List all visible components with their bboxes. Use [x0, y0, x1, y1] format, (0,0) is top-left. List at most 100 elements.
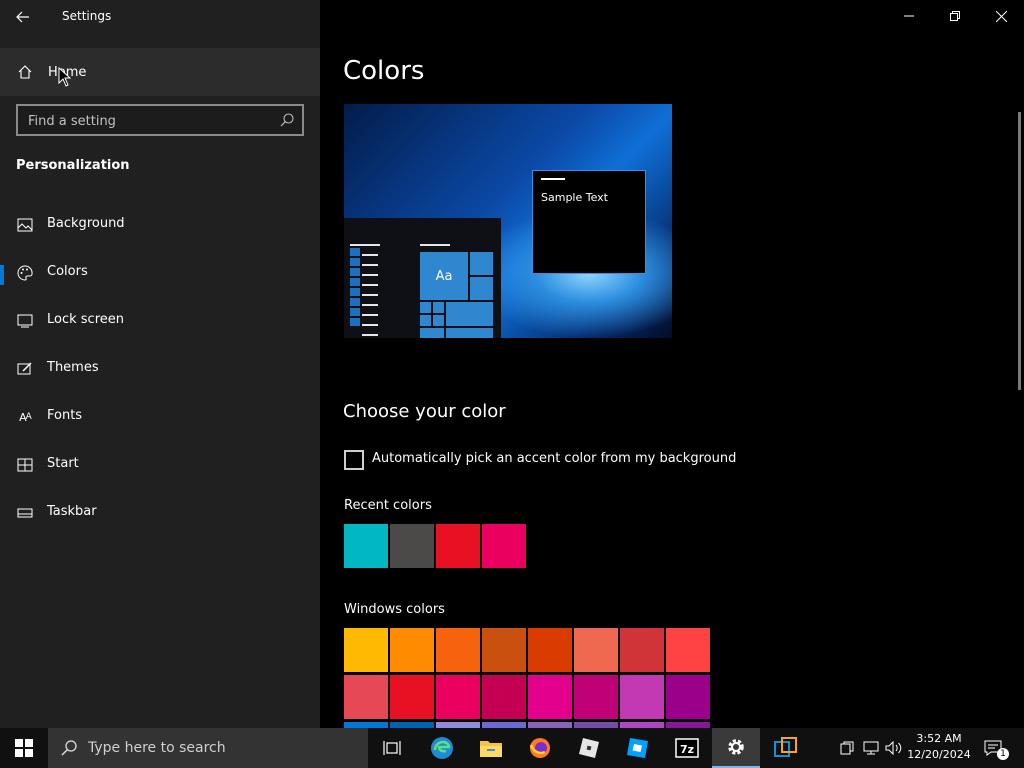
file-explorer-taskbar-app[interactable]	[467, 728, 515, 768]
sidebar-item-label: Background	[47, 216, 125, 231]
back-button[interactable]	[6, 1, 40, 33]
virtualbox-icon	[774, 737, 797, 757]
find-setting-input[interactable]	[28, 112, 268, 130]
windows-color-swatch[interactable]	[436, 675, 480, 719]
svg-text:7z: 7z	[680, 743, 694, 756]
firefox-icon	[529, 738, 550, 758]
windows-color-swatch[interactable]	[436, 628, 480, 672]
windows-colors-label: Windows colors	[344, 602, 445, 617]
minimize-button[interactable]	[886, 0, 932, 32]
sidebar-item-themes[interactable]: Themes	[0, 349, 320, 389]
auto-pick-accent-label: Automatically pick an accent color from …	[372, 451, 737, 466]
minimize-icon	[904, 15, 914, 17]
windows-color-swatch[interactable]	[666, 675, 710, 719]
close-button[interactable]	[978, 0, 1024, 32]
home-nav-item[interactable]: Home	[0, 48, 320, 96]
search-icon	[61, 740, 77, 756]
start-button[interactable]	[0, 728, 48, 768]
find-setting-search[interactable]	[16, 104, 304, 136]
taskbar-icon	[16, 504, 34, 522]
title-bar-left: Settings	[0, 0, 320, 34]
taskbar-search-input[interactable]	[88, 739, 358, 757]
scrollbar[interactable]	[1018, 112, 1021, 390]
mouse-cursor-icon	[58, 67, 71, 87]
7zip-icon: 7z	[675, 738, 699, 758]
windows-color-swatch[interactable]	[390, 675, 434, 719]
windows-color-swatch[interactable]	[482, 628, 526, 672]
lock-screen-icon	[16, 312, 34, 330]
preview-window: Sample Text	[532, 170, 646, 274]
recent-colors-label: Recent colors	[344, 498, 432, 513]
sidebar-item-background[interactable]: Background	[0, 205, 320, 245]
fonts-icon: AA	[19, 410, 32, 424]
windows-colors	[344, 628, 724, 728]
roblox-studio-taskbar-app[interactable]	[614, 728, 662, 768]
roblox-studio-icon	[627, 738, 648, 758]
windows-logo-icon	[15, 739, 33, 757]
windows-color-swatch[interactable]	[528, 628, 572, 672]
edge-icon	[431, 737, 453, 759]
section-title: Personalization	[16, 158, 130, 173]
windows-color-swatch[interactable]	[390, 628, 434, 672]
search-icon	[280, 113, 294, 127]
sidebar-item-label: Start	[47, 456, 79, 471]
close-icon	[995, 10, 1007, 22]
clock-time: 3:52 AM	[916, 732, 962, 745]
sidebar-item-start[interactable]: Start	[0, 445, 320, 485]
auto-pick-accent-checkbox[interactable]	[344, 450, 364, 470]
active-indicator	[0, 265, 4, 285]
sidebar-item-label: Lock screen	[47, 312, 124, 327]
virtualbox-taskbar-app[interactable]	[762, 728, 810, 768]
windows-color-swatch[interactable]	[344, 675, 388, 719]
notification-badge: 1	[997, 748, 1009, 760]
tray-tablet-button[interactable]	[838, 728, 856, 768]
palette-icon	[16, 264, 34, 282]
restore-button[interactable]	[932, 0, 978, 32]
preview-sample-text: Sample Text	[541, 191, 608, 204]
preview-tiles: Aa	[420, 252, 494, 338]
firefox-taskbar-app[interactable]	[516, 728, 564, 768]
sidebar-item-taskbar[interactable]: Taskbar	[0, 493, 320, 533]
sidebar-item-colors[interactable]: Colors	[0, 253, 320, 293]
file-explorer-icon	[480, 741, 502, 757]
sidebar-item-lock-screen[interactable]: Lock screen	[0, 301, 320, 341]
7zip-taskbar-app[interactable]: 7z	[663, 728, 711, 768]
edge-taskbar-app[interactable]	[418, 728, 466, 768]
task-view-button[interactable]	[368, 728, 416, 768]
roblox-icon	[579, 738, 599, 758]
windows-color-swatch[interactable]	[574, 628, 618, 672]
taskbar-search[interactable]	[48, 728, 368, 768]
tablet-mode-icon	[840, 741, 854, 755]
tray-network-button[interactable]	[861, 728, 881, 768]
recent-color-swatch[interactable]	[482, 524, 526, 568]
sidebar-item-label: Fonts	[47, 408, 83, 423]
windows-color-swatch[interactable]	[344, 628, 388, 672]
taskbar-clock[interactable]: 3:52 AM 12/20/2024	[906, 731, 972, 763]
tray-volume-button[interactable]	[884, 728, 904, 768]
settings-sidebar: Settings Home Personalization Background…	[0, 0, 320, 728]
sidebar-item-label: Colors	[47, 264, 88, 279]
choose-color-heading: Choose your color	[343, 401, 506, 422]
page-title: Colors	[343, 56, 425, 86]
sidebar-item-label: Taskbar	[47, 504, 97, 519]
preview-tile-text: Aa	[435, 268, 453, 284]
windows-color-swatch[interactable]	[574, 675, 618, 719]
roblox-taskbar-app[interactable]	[565, 728, 613, 768]
color-preview: Aa Sample Text	[344, 104, 672, 338]
windows-color-swatch[interactable]	[666, 628, 710, 672]
windows-color-swatch[interactable]	[528, 675, 572, 719]
picture-icon	[16, 216, 34, 234]
taskbar: 7z 3:52 AM 12/20/2024	[0, 728, 1024, 768]
windows-color-swatch[interactable]	[620, 628, 664, 672]
colors-page: Colors Aa Sample Text Choose your color …	[320, 0, 1024, 728]
recent-color-swatch[interactable]	[344, 524, 388, 568]
settings-taskbar-app[interactable]	[712, 728, 760, 768]
settings-icon	[728, 739, 744, 755]
recent-color-swatch[interactable]	[390, 524, 434, 568]
recent-color-swatch[interactable]	[436, 524, 480, 568]
windows-color-swatch[interactable]	[482, 675, 526, 719]
sidebar-item-fonts[interactable]: AA Fonts	[0, 397, 320, 437]
task-view-icon	[383, 741, 401, 755]
themes-icon	[16, 360, 34, 378]
windows-color-swatch[interactable]	[620, 675, 664, 719]
